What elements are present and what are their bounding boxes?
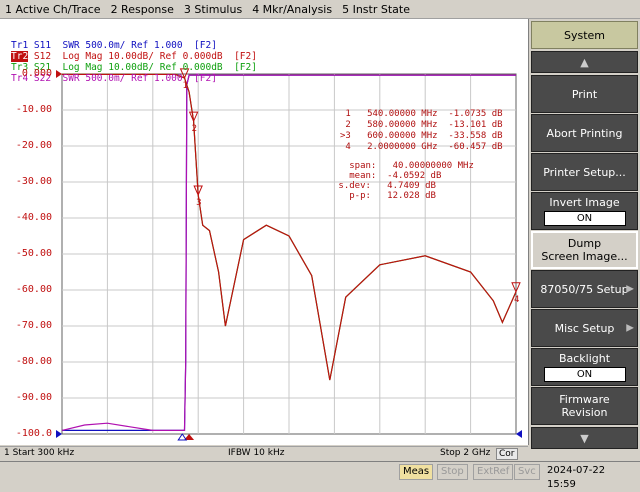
scroll-down-button[interactable]: ▼ (531, 427, 638, 449)
sweep-info-bar: 1 Start 300 kHz IFBW 10 kHz Stop 2 GHz C… (0, 446, 528, 461)
status-extref: ExtRef (473, 464, 514, 480)
backlight-value: ON (543, 367, 626, 382)
misc-setup-label: Misc Setup (554, 321, 615, 335)
y-tick-label: 0.000 (21, 68, 52, 79)
setup-87050-label: 87050/75 Setup (540, 282, 629, 296)
marker-row-2: 2 580.00000 MHz -13.101 dB (340, 120, 503, 130)
firmware-revision-button[interactable]: Firmware Revision (531, 387, 638, 425)
scroll-up-button[interactable]: ▲ (531, 51, 638, 73)
menu-active-ch-trace[interactable]: 1 Active Ch/Trace (0, 3, 106, 16)
chevron-right-icon: ▶ (626, 283, 634, 295)
menu-instr-state[interactable]: 5 Instr State (337, 3, 415, 16)
status-bar: Meas Stop ExtRef Svc 2024-07-22 15:59 (0, 461, 640, 490)
misc-setup-button[interactable]: Misc Setup ▶ (531, 309, 638, 347)
marker-row-1: 1 540.00000 MHz -1.0735 dB (340, 109, 503, 119)
setup-87050-button[interactable]: 87050/75 Setup ▶ (531, 270, 638, 308)
dump-label-line2: Screen Image... (541, 250, 628, 263)
trace-tr1[interactable]: Tr1 S11 SWR 500.0m/ Ref 1.000 [F2] (11, 40, 257, 51)
firmware-label-line1: Firmware (559, 393, 610, 406)
y-tick-label: -50.00 (15, 248, 52, 259)
abort-printing-label: Abort Printing (546, 126, 623, 140)
marker-row-4: 4 2.0000000 GHz -60.457 dB (340, 142, 503, 152)
softkey-panel: System ▲ Print Abort Printing Printer Se… (529, 19, 640, 461)
backlight-button[interactable]: Backlight ON (531, 348, 638, 386)
stimulus-marker-icon (177, 433, 188, 441)
status-datetime: 2024-07-22 15:59 (547, 465, 606, 490)
menu-mkr-analysis[interactable]: 4 Mkr/Analysis (247, 3, 337, 16)
stat-mean: mean: -4.0592 dB (333, 171, 442, 181)
status-meas: Meas (399, 464, 434, 480)
stop-frequency[interactable]: Stop 2 GHz (440, 448, 490, 458)
menu-response[interactable]: 2 Response (106, 3, 179, 16)
statistics-panel: span: 40.00000000 MHz mean: -4.0592 dB s… (333, 161, 474, 201)
start-frequency[interactable]: 1 Start 300 kHz (4, 448, 74, 458)
chevron-right-icon: ▶ (626, 322, 634, 334)
y-tick-label: -30.00 (15, 176, 52, 187)
y-tick-label: -80.00 (15, 356, 52, 367)
status-svc: Svc (514, 464, 540, 480)
invert-image-button[interactable]: Invert Image ON (531, 192, 638, 230)
dump-screen-image-button[interactable]: Dump Screen Image... (531, 231, 638, 269)
printer-setup-button[interactable]: Printer Setup... (531, 153, 638, 191)
status-stop: Stop (437, 464, 468, 480)
dump-label-line1: Dump (567, 237, 602, 250)
invert-image-value: ON (543, 211, 626, 226)
backlight-label: Backlight (558, 352, 611, 365)
correction-badge: Cor (496, 448, 518, 460)
y-tick-label: -60.00 (15, 284, 52, 295)
invert-image-label: Invert Image (549, 196, 620, 209)
ref-arrow-icon (56, 430, 62, 438)
y-tick-label: -90.00 (15, 392, 52, 403)
chart-area[interactable]: 1234 Tr1 S11 SWR 500.0m/ Ref 1.000 [F2] … (0, 19, 530, 445)
marker-table: 1 540.00000 MHz -1.0735 dB 2 580.00000 M… (340, 109, 503, 153)
marker-number-label: 4 (514, 295, 519, 305)
menu-stimulus[interactable]: 3 Stimulus (179, 3, 247, 16)
y-tick-label: -70.00 (15, 320, 52, 331)
stat-pp: p-p: 12.028 dB (333, 191, 436, 201)
print-label: Print (571, 87, 598, 101)
trace-tr2[interactable]: Tr2 S12 Log Mag 10.00dB/ Ref 0.000dB [F2… (11, 51, 257, 62)
y-tick-label: -20.00 (15, 140, 52, 151)
marker-number-label: 3 (196, 198, 201, 208)
print-button[interactable]: Print (531, 75, 638, 113)
y-tick-label: -40.00 (15, 212, 52, 223)
y-tick-label: -100.0 (15, 428, 52, 439)
firmware-label-line2: Revision (561, 406, 608, 419)
y-tick-label: -10.00 (15, 104, 52, 115)
menu-bar: 1 Active Ch/Trace 2 Response 3 Stimulus … (0, 0, 640, 19)
softkey-title-label: System (563, 28, 606, 42)
marker-number-label: 2 (192, 124, 197, 134)
stat-sdev: s.dev: 4.7409 dB (333, 181, 436, 191)
printer-setup-label: Printer Setup... (543, 165, 626, 179)
marker-row-3: >3 600.00000 MHz -33.558 dB (340, 131, 503, 141)
triangle-up-icon: ▲ (580, 55, 589, 69)
softkey-title-system[interactable]: System (531, 21, 638, 49)
stat-span: span: 40.00000000 MHz (333, 161, 474, 171)
ifbw-value[interactable]: IFBW 10 kHz (228, 448, 284, 458)
ref-arrow-icon (516, 430, 522, 438)
abort-printing-button[interactable]: Abort Printing (531, 114, 638, 152)
triangle-down-icon: ▼ (580, 431, 589, 445)
